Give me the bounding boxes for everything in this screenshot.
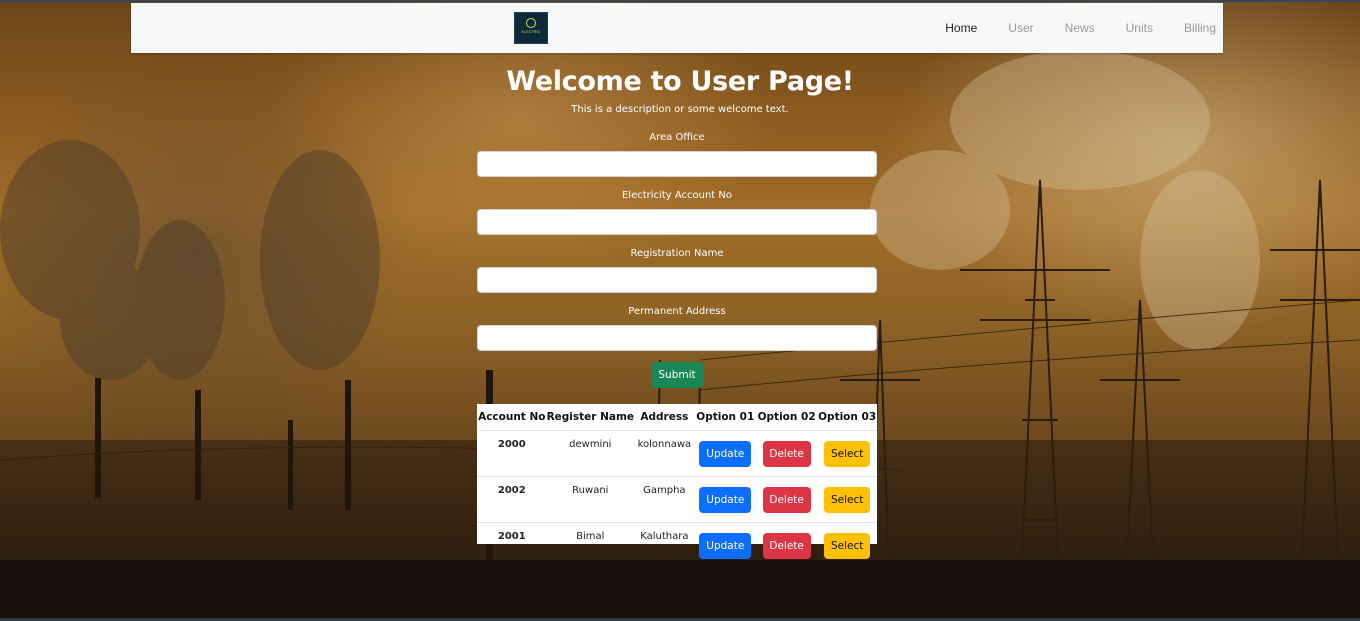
cell-address: Gampha [634, 476, 695, 523]
nav-home-link[interactable]: Home [945, 21, 977, 35]
brand-logo[interactable]: ELECTRIC [514, 12, 548, 44]
submit-button[interactable]: Submit [651, 362, 703, 388]
cell-register-name: Bimal [576, 531, 605, 542]
header-address: Address [634, 404, 695, 431]
window-top-border [0, 0, 1360, 2]
area-office-input[interactable] [477, 151, 877, 177]
header-option-02: Option 02 [755, 404, 818, 431]
cell-address: Kaluthara [640, 531, 689, 542]
cell-address: kolonnawa [634, 430, 695, 477]
nav-links: Home User News Units Billing [914, 3, 1223, 53]
nav-user-link[interactable]: User [1008, 21, 1033, 35]
bolt-icon [526, 18, 536, 28]
update-button[interactable]: Update [699, 486, 752, 513]
account-no-label: Electricity Account No [621, 190, 732, 201]
nav-billing-link[interactable]: Billing [1184, 21, 1216, 35]
cell-register-name: dewmini [546, 430, 635, 477]
update-button[interactable]: Update [699, 440, 752, 467]
header-register-name: Register Name [546, 404, 635, 431]
table-header-row: Account No Register Name Address Option … [477, 404, 877, 431]
logo-text: ELECTRIC [521, 30, 541, 34]
delete-button[interactable]: Delete [762, 486, 811, 513]
permanent-address-input[interactable] [477, 325, 877, 351]
cell-register-name: Ruwani [546, 476, 635, 523]
table-row: 2000 dewmini kolonnawa Update Delete Sel… [477, 430, 877, 477]
navbar: ELECTRIC Home User News Units Billing [131, 3, 1223, 53]
nav-units-link[interactable]: Units [1126, 21, 1153, 35]
page-title: Welcome to User Page! [506, 66, 854, 97]
users-table-container: Account No Register Name Address Option … [477, 404, 877, 559]
table-row: 2002 Ruwani Gampha Update Delete Select [477, 476, 877, 523]
account-no-field: Electricity Account No [477, 186, 877, 244]
area-office-field: Area Office [477, 128, 877, 186]
header-option-01: Option 01 [694, 404, 756, 431]
nav-news-link[interactable]: News [1065, 21, 1095, 35]
select-button[interactable]: Select [824, 486, 871, 513]
header-option-03: Option 03 [817, 404, 877, 431]
delete-button[interactable]: Delete [762, 440, 811, 467]
cell-account-no: 2002 [477, 476, 547, 523]
cell-account-no: 2000 [477, 430, 547, 477]
permanent-address-field: Permanent Address [477, 302, 877, 360]
registration-name-input[interactable] [477, 267, 877, 293]
select-button[interactable]: Select [824, 532, 871, 559]
permanent-address-label: Permanent Address [628, 306, 726, 317]
select-button[interactable]: Select [824, 440, 871, 467]
header-account-no: Account No [477, 404, 547, 431]
users-table: Account No Register Name Address Option … [477, 404, 877, 568]
user-form: Area Office Electricity Account No Regis… [477, 128, 877, 360]
update-button[interactable]: Update [699, 532, 752, 559]
registration-name-field: Registration Name [477, 244, 877, 302]
account-no-input[interactable] [477, 209, 877, 235]
delete-button[interactable]: Delete [762, 532, 811, 559]
page-subtitle: This is a description or some welcome te… [571, 104, 789, 115]
registration-name-label: Registration Name [630, 248, 724, 259]
area-office-label: Area Office [649, 132, 705, 143]
cell-account-no: 2001 [497, 531, 526, 542]
table-row: 2001 Bimal Kaluthara Update Delete Selec… [477, 523, 877, 569]
